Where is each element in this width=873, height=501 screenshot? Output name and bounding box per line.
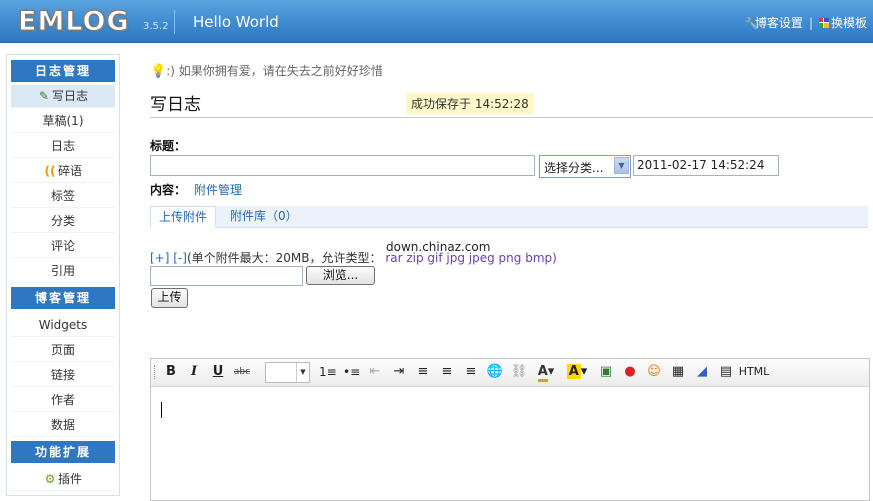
tab-attachment-library[interactable]: 附件库（0） (230, 206, 298, 227)
sidebar-item-pages[interactable]: 页面 (11, 339, 115, 362)
pencil-icon: ✎ (38, 89, 50, 103)
editor-toolbar: B I U abc ▼ 1≡ •≡ ⇤ ⇥ ≡ ≡ ≡ 🌐 ⛓ A▾ A ▾ ▣ … (151, 359, 869, 387)
content-label: 内容： (150, 183, 187, 197)
category-select[interactable]: 选择分类... ▼ (539, 155, 631, 178)
sidebar-section-extensions: 功能扩展 (11, 441, 115, 463)
unlink-icon[interactable]: ⛓ (510, 364, 528, 380)
highlight-color-icon[interactable]: A ▾ (565, 364, 589, 380)
wrench-icon: 🔧 (744, 17, 759, 30)
sidebar-item-write-log[interactable]: ✎ 写日志 (11, 85, 115, 108)
title-input[interactable] (150, 155, 535, 176)
upload-info: [+] [-](单个附件最大：20MB，允许类型： rar zip gif jp… (150, 249, 557, 266)
font-size-select[interactable]: ▼ (265, 362, 310, 383)
tip-message: 💡:) 如果你拥有爱，请在失去之前好好珍惜 (150, 62, 383, 79)
link-icon[interactable]: 🌐 (486, 364, 504, 380)
underline-button[interactable]: U (210, 364, 226, 380)
sidebar-item-categories[interactable]: 分类 (11, 210, 115, 233)
allowed-types-text: rar zip gif jpg jpeg png bmp) (385, 251, 557, 265)
broadcast-icon: (( (44, 164, 56, 178)
flash-icon[interactable]: ● (622, 364, 638, 380)
unordered-list-icon[interactable]: •≡ (343, 364, 360, 380)
site-title[interactable]: Hello World (193, 13, 279, 31)
sidebar-item-trackbacks[interactable]: 引用 (11, 260, 115, 283)
sidebar-item-label: 插件 (57, 472, 82, 486)
tab-upload-attachment[interactable]: 上传附件 (150, 206, 217, 228)
sidebar-item-widgets[interactable]: Widgets (11, 314, 115, 337)
attachment-tabs: 上传附件 附件库（0） (150, 206, 868, 228)
header-links: 🔧博客设置 | 换模板 (745, 14, 867, 31)
strikethrough-button[interactable]: abc (232, 364, 252, 380)
grid-icon (818, 18, 829, 28)
category-select-value: 选择分类... (544, 161, 604, 175)
header-divider (174, 10, 175, 34)
upload-limit-text: (单个附件最大：20MB，允许类型： (186, 251, 382, 265)
title-label: 标题： (150, 139, 187, 153)
indent-icon[interactable]: ⇥ (391, 364, 407, 380)
header-link-separator: | (808, 16, 813, 30)
title-divider (150, 117, 873, 118)
font-color-icon[interactable]: A▾ (534, 364, 558, 382)
sidebar-item-data[interactable]: 数据 (11, 414, 115, 437)
image-icon[interactable]: ▣ (598, 364, 614, 380)
sidebar: 日志管理 ✎ 写日志 草稿(1) 日志 ((碎语 标签 分类 评论 引用 博客管理… (6, 54, 120, 496)
sidebar-item-label: 碎语 (57, 164, 82, 178)
file-path-input[interactable] (150, 266, 303, 286)
sidebar-section-blog-management: 博客管理 (11, 287, 115, 309)
browse-button[interactable]: 浏览... (306, 266, 375, 285)
sidebar-item-label: 写日志 (51, 89, 88, 103)
blog-settings-link[interactable]: 博客设置 (755, 16, 803, 30)
italic-button[interactable]: I (186, 364, 202, 380)
attachment-manager-link[interactable]: 附件管理 (194, 181, 242, 198)
version-label: 3.5.2 (143, 21, 169, 32)
html-mode-button[interactable]: HTML (737, 364, 771, 380)
emlog-logo[interactable]: EMLOG (18, 6, 130, 38)
bold-button[interactable]: B (163, 364, 179, 380)
sidebar-item-links[interactable]: 链接 (11, 364, 115, 387)
date-input[interactable] (633, 155, 779, 176)
align-right-icon[interactable]: ≡ (463, 364, 479, 380)
sidebar-item-twitter[interactable]: ((碎语 (11, 160, 115, 183)
chevron-down-icon[interactable]: ▼ (614, 157, 629, 174)
tip-text: :) 如果你拥有爱，请在失去之前好好珍惜 (166, 64, 383, 78)
rich-text-editor: B I U abc ▼ 1≡ •≡ ⇤ ⇥ ≡ ≡ ≡ 🌐 ⛓ A▾ A ▾ ▣ … (150, 358, 870, 501)
outdent-icon[interactable]: ⇤ (367, 364, 383, 380)
lightbulb-icon: 💡 (150, 64, 167, 79)
change-template-link[interactable]: 换模板 (831, 16, 867, 30)
align-left-icon[interactable]: ≡ (415, 364, 431, 380)
plugin-icon: ⚙ (44, 472, 56, 486)
eraser-icon[interactable]: ◢ (694, 364, 710, 380)
chevron-down-icon: ▼ (296, 363, 309, 382)
top-header: EMLOG 3.5.2 Hello World 🔧博客设置 | 换模板 (0, 0, 873, 43)
sidebar-item-tags[interactable]: 标签 (11, 185, 115, 208)
add-remove-file-links[interactable]: [+] [-] (150, 251, 187, 265)
upload-button[interactable]: 上传 (151, 288, 188, 308)
ordered-list-icon[interactable]: 1≡ (319, 364, 337, 380)
editor-content-area[interactable] (151, 387, 869, 499)
save-status-message: 成功保存于 14:52:28 (406, 93, 534, 114)
sidebar-item-logs[interactable]: 日志 (11, 135, 115, 158)
table-icon[interactable]: ▦ (670, 364, 686, 380)
align-center-icon[interactable]: ≡ (439, 364, 455, 380)
sidebar-item-authors[interactable]: 作者 (11, 389, 115, 412)
page-title: 写日志 (150, 95, 201, 115)
emoticon-icon[interactable]: ☺ (646, 364, 662, 380)
sidebar-item-comments[interactable]: 评论 (11, 235, 115, 258)
toolbar-grip (154, 365, 157, 379)
sidebar-item-plugins[interactable]: ⚙ 插件 (11, 468, 115, 491)
sidebar-item-drafts[interactable]: 草稿(1) (11, 110, 115, 133)
source-icon[interactable]: ▤ (719, 364, 733, 380)
sidebar-section-log-management: 日志管理 (11, 60, 115, 82)
